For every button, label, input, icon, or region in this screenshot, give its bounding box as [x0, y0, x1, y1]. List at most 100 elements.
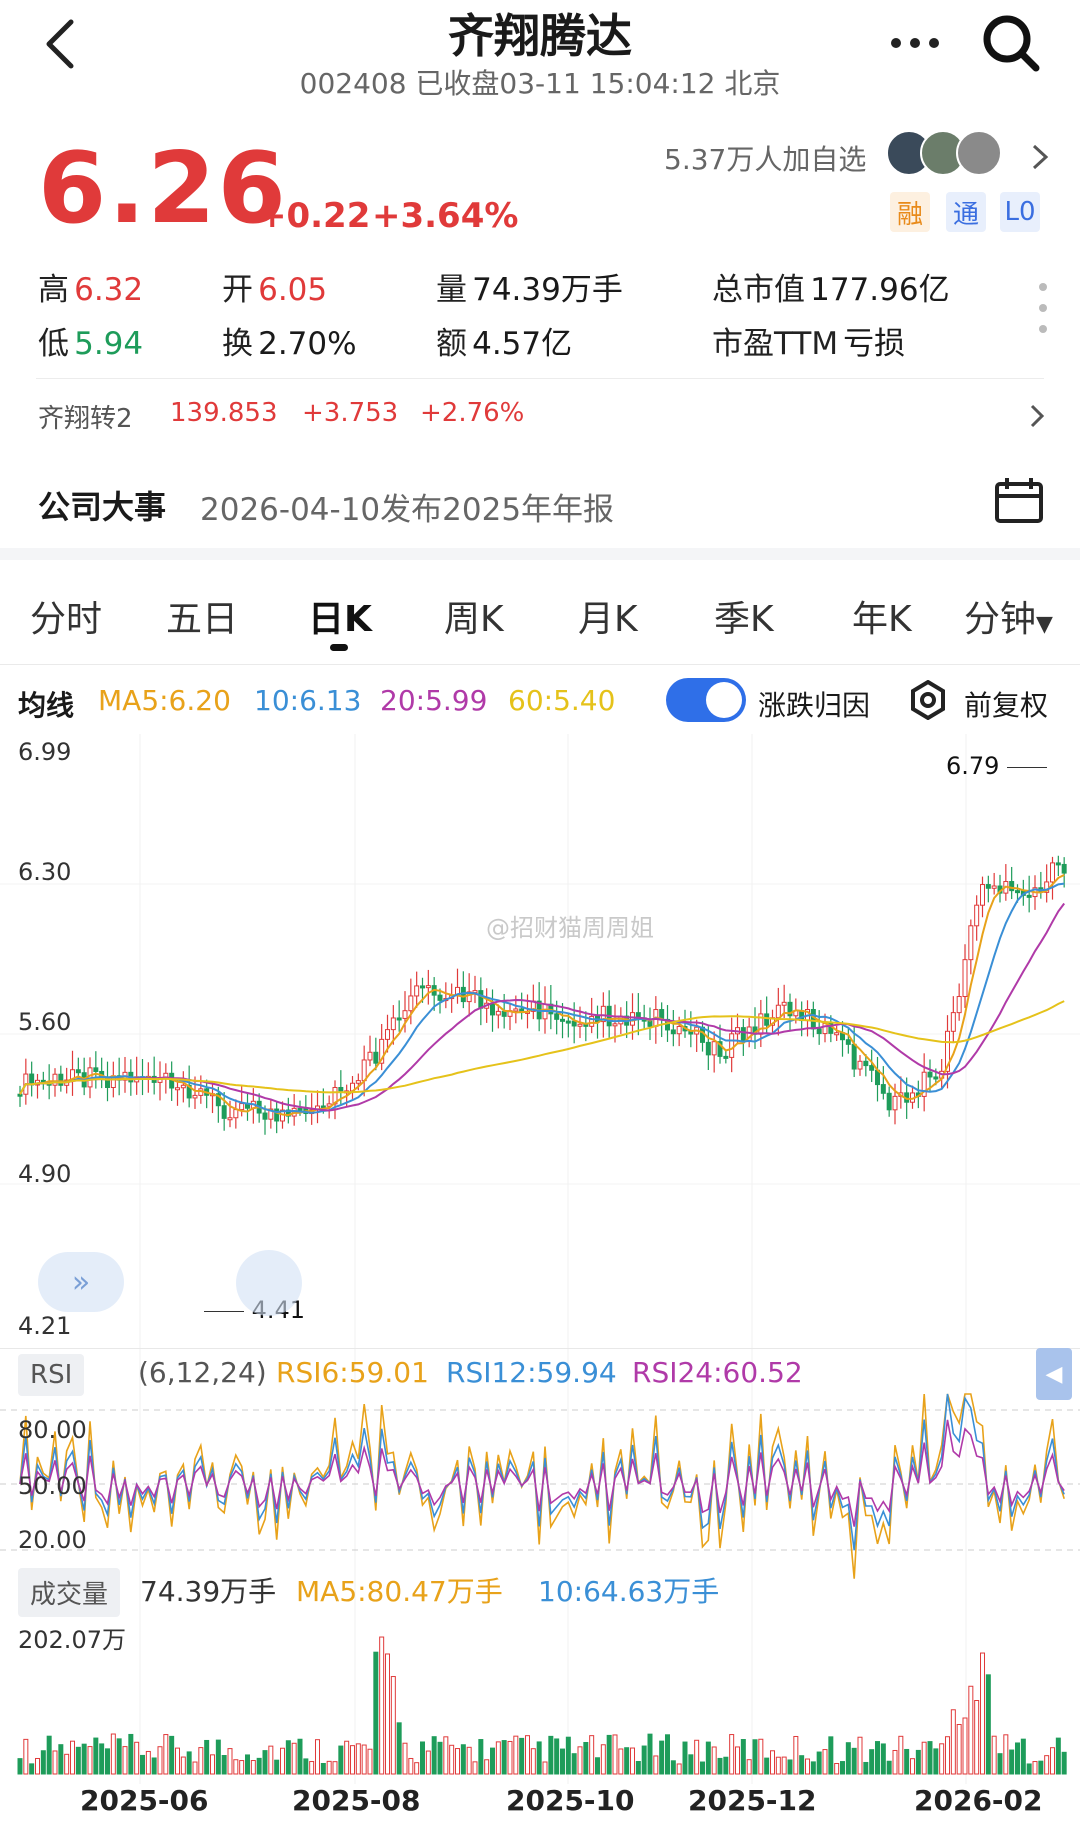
volume-bar [676, 1763, 682, 1775]
volume-bar [816, 1751, 822, 1775]
bond-change: +3.753 [302, 398, 399, 428]
candle-body [740, 1027, 746, 1041]
volume-bar [367, 1748, 373, 1775]
volume-bar [904, 1748, 910, 1775]
more-dots-icon [891, 38, 939, 48]
candle-body [822, 1023, 828, 1035]
volume-bar [303, 1758, 309, 1775]
tab-five-day[interactable]: 五日 [166, 590, 238, 642]
chevron-right-icon[interactable] [1030, 142, 1050, 172]
candle-body [863, 1060, 869, 1067]
volume-bar [974, 1700, 980, 1775]
volume-bar [1038, 1760, 1044, 1775]
zoom-button[interactable] [236, 1250, 302, 1316]
volume-bar [291, 1742, 297, 1775]
volume-ma5: MA5:80.47万手 [296, 1575, 503, 1608]
volume-bar [210, 1754, 215, 1775]
volume-bar [250, 1760, 256, 1775]
candle-body [396, 1017, 402, 1021]
rsi-level-20: 20.00 [18, 1526, 87, 1554]
bond-name: 齐翔转2 [38, 404, 133, 434]
volume-bar [460, 1744, 466, 1775]
tab-intraday[interactable]: 分时 [30, 590, 102, 642]
stat-high: 高 6.32 [38, 272, 144, 308]
watcher-avatars[interactable] [886, 130, 1014, 180]
rsi-tag[interactable]: RSI [18, 1354, 85, 1396]
tab-yearly-k[interactable]: 年K [852, 590, 912, 642]
volume-bar [1003, 1734, 1009, 1775]
candle-body [1061, 863, 1067, 874]
bond-price: 139.853 [170, 398, 278, 428]
candle-body [869, 1065, 875, 1071]
volume-bar [723, 1756, 729, 1775]
volume-bar [163, 1734, 169, 1775]
tab-minute[interactable]: 分钟▼ [964, 590, 1053, 642]
bond-row[interactable]: 齐翔转2 139.853 +3.753 +2.76% [38, 398, 1048, 438]
search-button[interactable] [976, 8, 1046, 78]
section-gap [0, 548, 1080, 560]
adjust-label[interactable]: 前复权 [964, 684, 1048, 724]
candle-body [577, 1023, 583, 1027]
candle-body [367, 1051, 373, 1061]
tab-daily-k[interactable]: 日K [308, 590, 372, 642]
volume-bar [624, 1747, 630, 1775]
volume-bar [449, 1744, 455, 1775]
volume-bar [297, 1738, 303, 1775]
x-date-2: 2025-08 [292, 1784, 421, 1817]
rsi24-line [19, 1419, 1065, 1527]
volume-bar [828, 1736, 834, 1775]
volume-bar [956, 1724, 962, 1775]
volume-bar [29, 1763, 35, 1775]
more-button[interactable] [880, 18, 950, 68]
candle-body [974, 904, 980, 927]
tab-monthly-k[interactable]: 月K [578, 590, 638, 642]
tab-weekly-k[interactable]: 周K [444, 590, 504, 642]
tab-quarterly-k[interactable]: 季K [714, 590, 774, 642]
volume-bar [542, 1761, 548, 1775]
attribution-toggle[interactable] [666, 678, 746, 722]
volume-bar [670, 1760, 676, 1775]
volume-bar [1020, 1738, 1026, 1775]
scroll-left-button[interactable]: » [38, 1252, 124, 1312]
rsi12-value: RSI12:59.94 [446, 1356, 617, 1389]
candle-body [1050, 862, 1055, 883]
volume-bar [110, 1733, 116, 1775]
candle-body [175, 1087, 180, 1091]
volume-bar [344, 1740, 350, 1775]
volume-bar [320, 1762, 326, 1775]
kline-chart[interactable] [0, 734, 1080, 1834]
rsi6-value: RSI6:59.01 [276, 1356, 429, 1389]
volume-bar [455, 1748, 460, 1775]
volume-bar [630, 1747, 635, 1775]
candle-body [612, 1023, 618, 1027]
volume-bar [280, 1747, 285, 1775]
volume-bar [501, 1740, 507, 1775]
settings-gear-icon[interactable] [908, 680, 948, 720]
stat-pe: 市盈TTM 亏损 [712, 326, 906, 362]
chevron-right-icon [1030, 404, 1045, 428]
calendar-icon[interactable] [994, 476, 1044, 524]
expand-dots-icon[interactable] [1038, 282, 1048, 334]
rsi-params: (6,12,24) [138, 1356, 267, 1389]
volume-bar [682, 1741, 688, 1775]
collapse-panel-button[interactable]: ◀ [1036, 1348, 1072, 1400]
event-text[interactable]: 2026-04-10发布2025年年报 [200, 484, 614, 529]
ma20-value: 20:5.99 [380, 684, 488, 717]
candle-body [571, 1020, 577, 1027]
candle-body [985, 884, 991, 889]
volume-bar [606, 1734, 612, 1775]
volume-bar [309, 1761, 315, 1775]
volume-bar [851, 1747, 857, 1775]
candle-body [93, 1067, 99, 1072]
volume-bar [332, 1761, 338, 1775]
volume-bar [787, 1759, 793, 1775]
volume-bar [192, 1761, 198, 1775]
volume-bar [752, 1739, 758, 1775]
candle-body [408, 995, 414, 1012]
candle-body [565, 1020, 571, 1024]
volume-tag[interactable]: 成交量 [18, 1568, 121, 1617]
volume-bar [740, 1739, 746, 1775]
y-tick-top: 6.99 [18, 738, 72, 766]
watchlist-count[interactable]: 5.37万人加自选 [664, 138, 866, 178]
ma10-value: 10:6.13 [254, 684, 362, 717]
